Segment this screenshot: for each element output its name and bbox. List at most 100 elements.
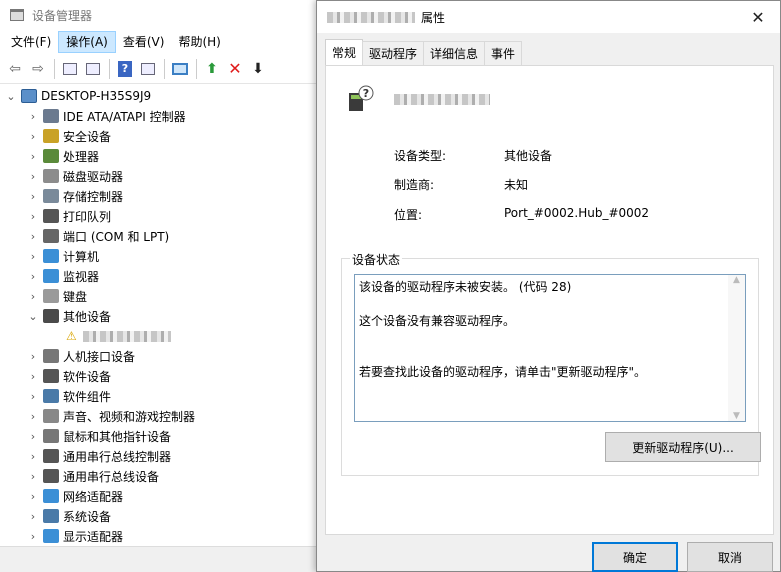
- unknown-device-icon: ?: [349, 85, 374, 111]
- tree-item-label: IDE ATA/ATAPI 控制器: [63, 109, 186, 124]
- forward-icon[interactable]: ⇨: [27, 58, 49, 80]
- storage-controller-icon: [43, 189, 59, 203]
- tree-item-processor[interactable]: › 处理器: [0, 146, 320, 166]
- menu-view[interactable]: 查看(V): [116, 31, 172, 53]
- menu-file[interactable]: 文件(F): [4, 31, 58, 53]
- tree-item-security-device[interactable]: › 安全设备: [0, 126, 320, 146]
- chevron-right-icon[interactable]: ›: [26, 130, 40, 143]
- status-scrollbar[interactable]: ▲ ▼: [728, 275, 745, 421]
- computer-icon: [21, 89, 37, 103]
- uninstall-icon[interactable]: ✕: [224, 58, 246, 80]
- status-line: 这个设备没有兼容驱动程序。: [359, 314, 516, 328]
- close-button[interactable]: ✕: [736, 1, 780, 33]
- help-icon[interactable]: ?: [114, 58, 136, 80]
- tree-item-usb-device[interactable]: › 通用串行总线设备: [0, 466, 320, 486]
- chevron-right-icon[interactable]: ›: [26, 290, 40, 303]
- device-type-label: 设备类型:: [394, 149, 447, 163]
- tree-item-mouse[interactable]: › 鼠标和其他指针设备: [0, 426, 320, 446]
- location-value: Port_#0002.Hub_#0002: [504, 206, 650, 220]
- chevron-right-icon[interactable]: ›: [26, 190, 40, 203]
- device-manager-title: 设备管理器: [32, 8, 93, 23]
- processor-icon: [43, 149, 59, 163]
- tree-item-unknown-device[interactable]: ⚠: [0, 326, 320, 346]
- chevron-right-icon[interactable]: ›: [26, 230, 40, 243]
- chevron-right-icon[interactable]: ›: [26, 170, 40, 183]
- tree-item-software-component[interactable]: › 软件组件: [0, 386, 320, 406]
- tree-item-sound[interactable]: › 声音、视频和游戏控制器: [0, 406, 320, 426]
- menu-action[interactable]: 操作(A): [58, 31, 116, 53]
- tree-item-disk-drive[interactable]: › 磁盘驱动器: [0, 166, 320, 186]
- tab-general[interactable]: 常规: [325, 39, 364, 65]
- warning-icon: ⚠: [66, 329, 77, 343]
- scan-hardware-icon[interactable]: [169, 58, 191, 80]
- tree-item-label: 人机接口设备: [63, 349, 136, 364]
- tree-item-label: 鼠标和其他指针设备: [63, 429, 172, 444]
- scroll-up-icon[interactable]: ▲: [733, 275, 740, 285]
- device-manager-icon: [10, 9, 24, 21]
- chevron-right-icon[interactable]: ›: [26, 450, 40, 463]
- chevron-right-icon[interactable]: ›: [26, 390, 40, 403]
- device-tree: ⌄ DESKTOP-H35S9J9 › IDE ATA/ATAPI 控制器 › 安全设…: [0, 84, 320, 546]
- tree-item-label: 通用串行总线设备: [63, 469, 160, 484]
- device-type-value: 其他设备: [504, 149, 553, 163]
- tree-item-keyboard[interactable]: › 键盘: [0, 286, 320, 306]
- cancel-button[interactable]: 取消: [687, 542, 773, 572]
- update-driver-icon[interactable]: ⬆: [201, 58, 223, 80]
- chevron-down-icon[interactable]: ⌄: [4, 90, 18, 103]
- chevron-right-icon[interactable]: ›: [26, 250, 40, 263]
- tree-item-display-adapter[interactable]: › 显示适配器: [0, 526, 320, 546]
- download-icon[interactable]: ⬇: [247, 58, 269, 80]
- chevron-right-icon[interactable]: ›: [26, 110, 40, 123]
- tab-events[interactable]: 事件: [484, 41, 523, 65]
- chevron-right-icon[interactable]: ›: [26, 350, 40, 363]
- tree-item-hid[interactable]: › 人机接口设备: [0, 346, 320, 366]
- tree-item-software-device[interactable]: › 软件设备: [0, 366, 320, 386]
- chevron-right-icon[interactable]: ›: [26, 510, 40, 523]
- usb-controller-icon: [43, 449, 59, 463]
- chevron-right-icon[interactable]: ›: [26, 370, 40, 383]
- tree-item-printer[interactable]: › 打印队列: [0, 206, 320, 226]
- tree-item-label: 显示适配器: [63, 529, 124, 544]
- tree-item-label: 通用串行总线控制器: [63, 449, 172, 464]
- tree-item-network-adapter[interactable]: › 网络适配器: [0, 486, 320, 506]
- properties-icon[interactable]: [59, 58, 81, 80]
- chevron-right-icon[interactable]: ›: [26, 490, 40, 503]
- menu-bar: 文件(F) 操作(A) 查看(V) 帮助(H): [0, 30, 319, 54]
- chevron-right-icon[interactable]: ›: [26, 530, 40, 543]
- tree-item-other-devices[interactable]: ⌄ 其他设备: [0, 306, 320, 326]
- toolbar-divider: [54, 58, 55, 79]
- update-driver-button[interactable]: 更新驱动程序(U)...: [605, 432, 761, 462]
- scroll-down-icon[interactable]: ▼: [733, 411, 740, 421]
- view-icon[interactable]: [137, 58, 159, 80]
- tree-root[interactable]: ⌄ DESKTOP-H35S9J9: [0, 86, 320, 106]
- tree-item-port[interactable]: › 端口 (COM 和 LPT): [0, 226, 320, 246]
- tree-item-label: 监视器: [63, 269, 100, 284]
- chevron-right-icon[interactable]: ›: [26, 410, 40, 423]
- chevron-right-icon[interactable]: ›: [26, 430, 40, 443]
- tree-item-usb-controller[interactable]: › 通用串行总线控制器: [0, 446, 320, 466]
- keyboard-icon: [43, 289, 59, 303]
- tree-item-monitor[interactable]: › 监视器: [0, 266, 320, 286]
- tab-driver[interactable]: 驱动程序: [362, 41, 425, 65]
- chevron-right-icon[interactable]: ›: [26, 470, 40, 483]
- device-manager-titlebar: 设备管理器: [0, 0, 319, 30]
- tree-item-ide-controller[interactable]: › IDE ATA/ATAPI 控制器: [0, 106, 320, 126]
- back-icon[interactable]: ⇦: [4, 58, 26, 80]
- device-status-textbox[interactable]: 该设备的驱动程序未被安装。 (代码 28) 这个设备没有兼容驱动程序。 若要查找…: [354, 274, 746, 422]
- software-device-icon: [43, 369, 59, 383]
- chevron-right-icon[interactable]: ›: [26, 270, 40, 283]
- list-icon[interactable]: [82, 58, 104, 80]
- tree-item-computer[interactable]: › 计算机: [0, 246, 320, 266]
- chevron-right-icon[interactable]: ›: [26, 150, 40, 163]
- chevron-right-icon[interactable]: ›: [26, 210, 40, 223]
- system-device-icon: [43, 509, 59, 523]
- properties-dialog: 属性 ✕ 常规 驱动程序 详细信息 事件 ? 设备类型: 其他设备 制造商: 未…: [316, 0, 781, 572]
- ide-controller-icon: [43, 109, 59, 123]
- tab-details[interactable]: 详细信息: [423, 41, 486, 65]
- location-label: 位置:: [394, 208, 423, 222]
- chevron-down-icon[interactable]: ⌄: [26, 310, 40, 323]
- ok-button[interactable]: 确定: [592, 542, 678, 572]
- menu-help[interactable]: 帮助(H): [171, 31, 227, 53]
- tree-item-system-device[interactable]: › 系统设备: [0, 506, 320, 526]
- tree-item-storage-controller[interactable]: › 存储控制器: [0, 186, 320, 206]
